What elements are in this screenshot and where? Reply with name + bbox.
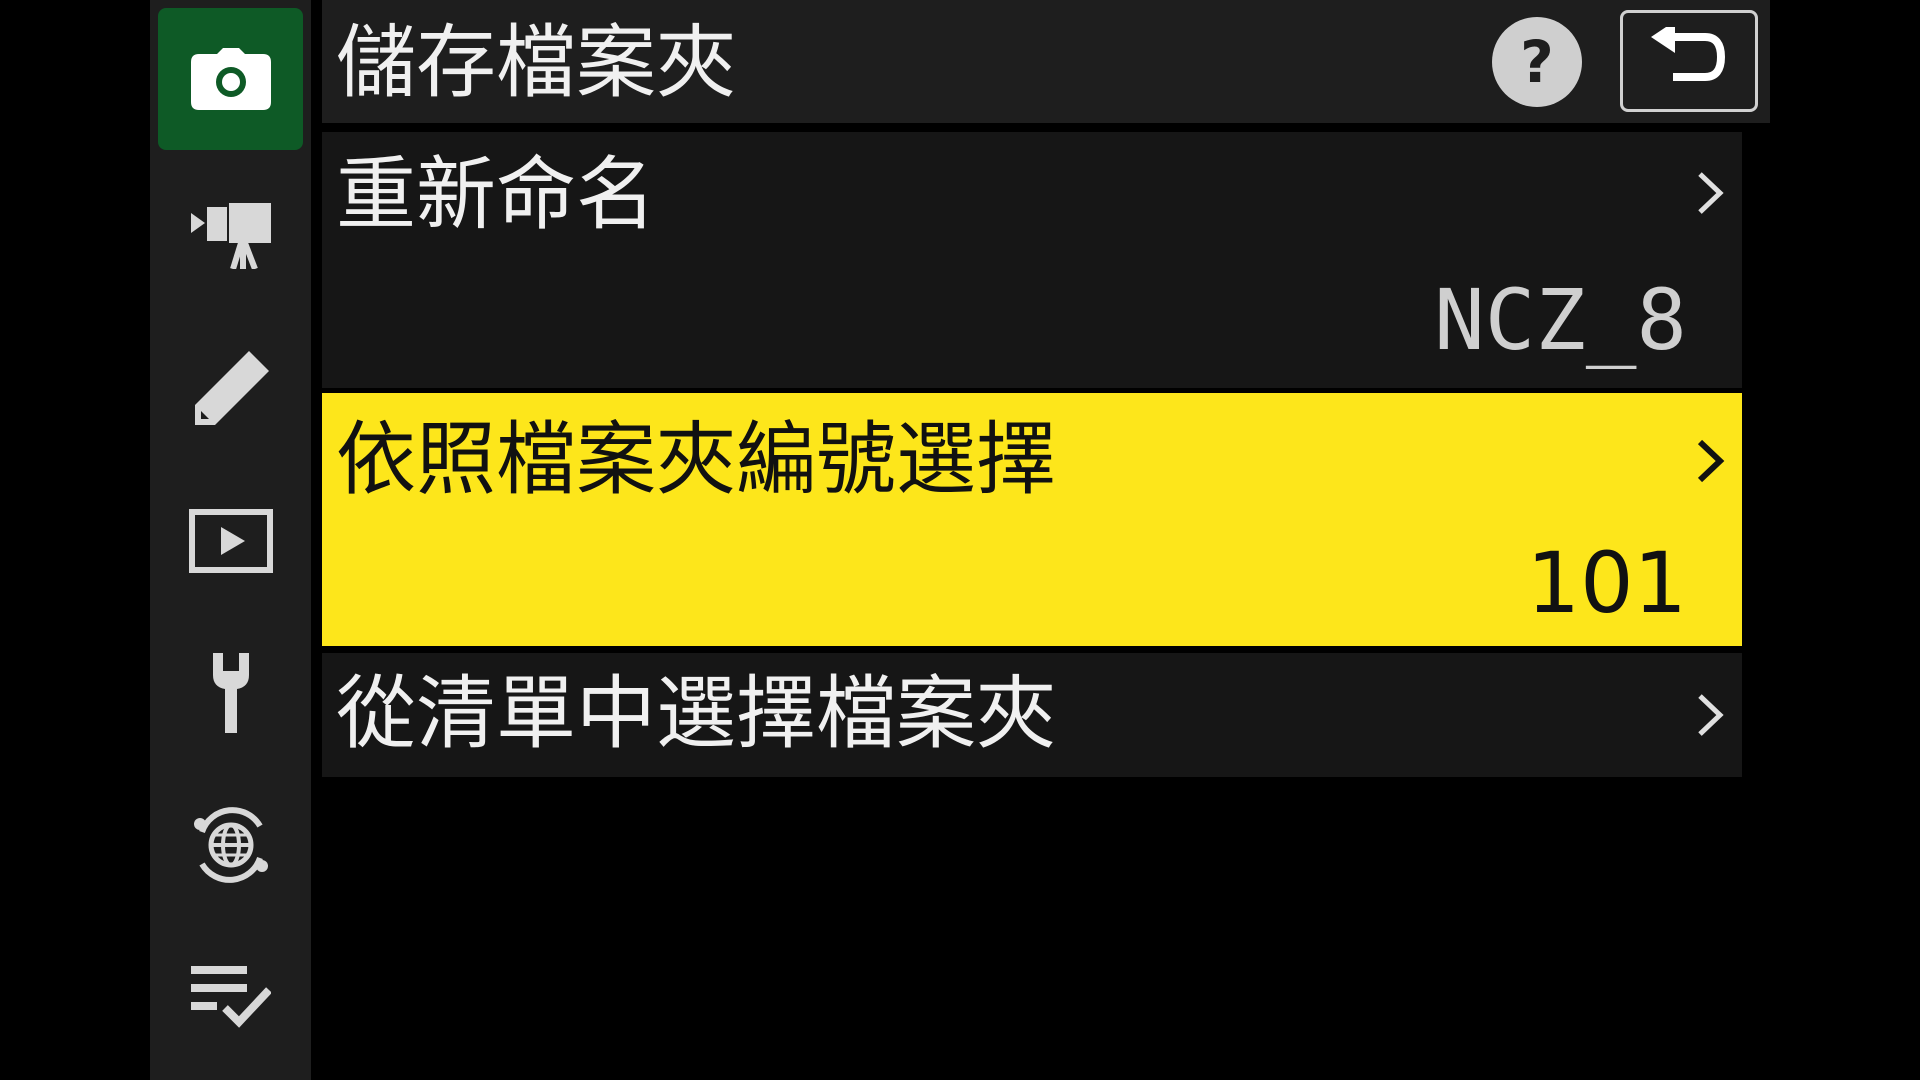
chevron-right-icon	[1697, 439, 1725, 483]
movie-camera-icon	[190, 203, 271, 269]
menu-item-value: 101	[1526, 534, 1687, 632]
tab-movie-recording[interactable]	[158, 165, 303, 307]
menu-header: 儲存檔案夾 ?	[322, 0, 1770, 123]
page-title: 儲存檔案夾	[336, 16, 736, 109]
tab-playback[interactable]	[158, 470, 303, 612]
tab-network[interactable]	[158, 774, 303, 916]
chevron-right-icon	[1698, 694, 1724, 736]
menu-item-select-by-number[interactable]: 依照檔案夾編號選擇 101	[322, 393, 1742, 646]
tab-photo-shooting[interactable]	[158, 8, 303, 150]
menu-item-label: 重新命名	[336, 148, 656, 241]
camera-icon	[190, 48, 271, 110]
camera-menu-screen: 儲存檔案夾 ? 重新命名 NCZ_8 依照檔案夾編號選擇 101 從清單中選擇檔…	[0, 0, 1920, 1080]
network-globe-icon	[188, 802, 274, 888]
tab-my-menu[interactable]	[158, 926, 303, 1068]
my-menu-icon	[190, 966, 271, 1028]
playback-icon	[188, 509, 273, 573]
menu-item-label: 依照檔案夾編號選擇	[336, 413, 1056, 506]
help-button[interactable]: ?	[1492, 17, 1582, 107]
wrench-icon	[209, 653, 253, 733]
back-arrow-icon	[1651, 21, 1727, 95]
menu-item-value: NCZ_8	[1434, 271, 1687, 369]
menu-item-select-from-list[interactable]: 從清單中選擇檔案夾	[322, 653, 1742, 777]
menu-item-label: 從清單中選擇檔案夾	[336, 667, 1056, 760]
tab-setup[interactable]	[158, 622, 303, 764]
menu-item-rename[interactable]: 重新命名 NCZ_8	[322, 132, 1742, 388]
chevron-right-icon	[1698, 172, 1724, 214]
tab-retouch[interactable]	[158, 318, 303, 460]
pencil-icon	[193, 351, 269, 427]
menu-tab-sidebar	[150, 0, 311, 1080]
back-button[interactable]	[1620, 10, 1758, 112]
